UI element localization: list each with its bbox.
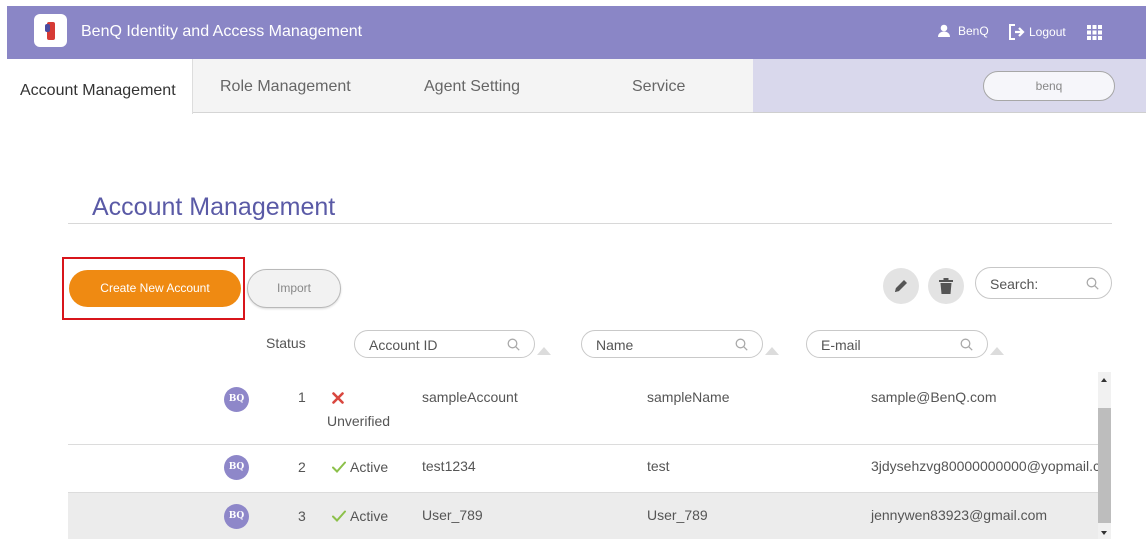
search-icon (960, 338, 973, 351)
search-icon (1086, 277, 1099, 290)
column-header-status: Status (266, 335, 306, 351)
status-text: Unverified (327, 413, 391, 429)
app-grid-icon[interactable] (1087, 25, 1102, 40)
name-cell: User_789 (647, 507, 708, 523)
create-new-account-button[interactable]: Create New Account (69, 270, 241, 307)
app-header: BenQ Identity and Access Management BenQ… (7, 6, 1146, 59)
avatar: BQ (224, 455, 249, 480)
status-text: Active (350, 459, 389, 475)
tab-agent-setting[interactable]: Agent Setting (424, 78, 520, 96)
table-row-selected[interactable]: BQ 3 Active User_789 User_789 jennywen83… (68, 493, 1098, 539)
app-title: BenQ Identity and Access Management (81, 23, 363, 40)
tab-service[interactable]: Service (632, 78, 685, 96)
tenant-selector[interactable]: benq (983, 71, 1115, 101)
logout-icon (1009, 24, 1025, 40)
avatar: BQ (224, 504, 249, 529)
page-title: Account Management (92, 193, 336, 221)
table-row[interactable]: BQ 2 Active test1234 test 3jdysehzvg8000… (68, 445, 1098, 492)
scroll-thumb[interactable] (1098, 408, 1111, 523)
sort-name-icon[interactable] (765, 347, 779, 355)
sort-account-id-icon[interactable] (537, 347, 551, 355)
email-cell: jennywen83923@gmail.com (871, 507, 1048, 523)
row-number: 3 (298, 508, 306, 524)
name-cell: sampleName (647, 389, 730, 405)
email-cell: sample@BenQ.com (871, 389, 997, 405)
search-icon (735, 338, 748, 351)
scroll-down-icon[interactable] (1101, 531, 1107, 535)
unverified-x-icon (332, 392, 344, 404)
delete-button[interactable] (928, 268, 964, 304)
avatar: BQ (224, 387, 249, 412)
table-row[interactable]: BQ 1 Unverified sampleAccount sampleName… (68, 372, 1098, 444)
email-cell: 3jdysehzvg80000000000@yopmail.co (871, 458, 1098, 474)
import-button[interactable]: Import (247, 269, 341, 308)
account-id-cell: sampleAccount (422, 389, 518, 405)
account-id-cell: User_789 (422, 507, 483, 523)
logout-button[interactable]: Logout (1008, 24, 1066, 40)
sort-email-icon[interactable] (990, 347, 1004, 355)
user-menu[interactable]: BenQ (937, 24, 989, 38)
table-scrollbar[interactable] (1098, 372, 1111, 539)
tab-role-management[interactable]: Role Management (220, 78, 351, 96)
scroll-up-icon[interactable] (1101, 378, 1107, 382)
filter-email[interactable]: E-mail (806, 330, 988, 358)
benq-logo[interactable] (34, 14, 67, 47)
edit-button[interactable] (883, 268, 919, 304)
user-icon (938, 24, 950, 37)
user-name: BenQ (958, 24, 989, 38)
search-label: Search: (990, 276, 1039, 292)
status-cell: Active (332, 508, 388, 524)
search-icon (507, 338, 520, 351)
pencil-icon (895, 280, 907, 292)
row-number: 2 (298, 459, 306, 475)
status-text: Active (350, 508, 389, 524)
status-cell: Active (332, 459, 388, 475)
trash-icon (939, 278, 953, 294)
title-divider (68, 223, 1112, 224)
check-icon (332, 461, 346, 473)
search-input[interactable]: Search: (975, 267, 1112, 299)
filter-name[interactable]: Name (581, 330, 763, 358)
tab-account-management[interactable]: Account Management (7, 59, 193, 114)
row-number: 1 (298, 389, 306, 405)
check-icon (332, 510, 346, 522)
logout-label: Logout (1029, 25, 1066, 39)
tab-bar: Account Management Role Management Agent… (7, 59, 1146, 114)
filter-account-id[interactable]: Account ID (354, 330, 535, 358)
account-id-cell: test1234 (422, 458, 476, 474)
name-cell: test (647, 458, 670, 474)
